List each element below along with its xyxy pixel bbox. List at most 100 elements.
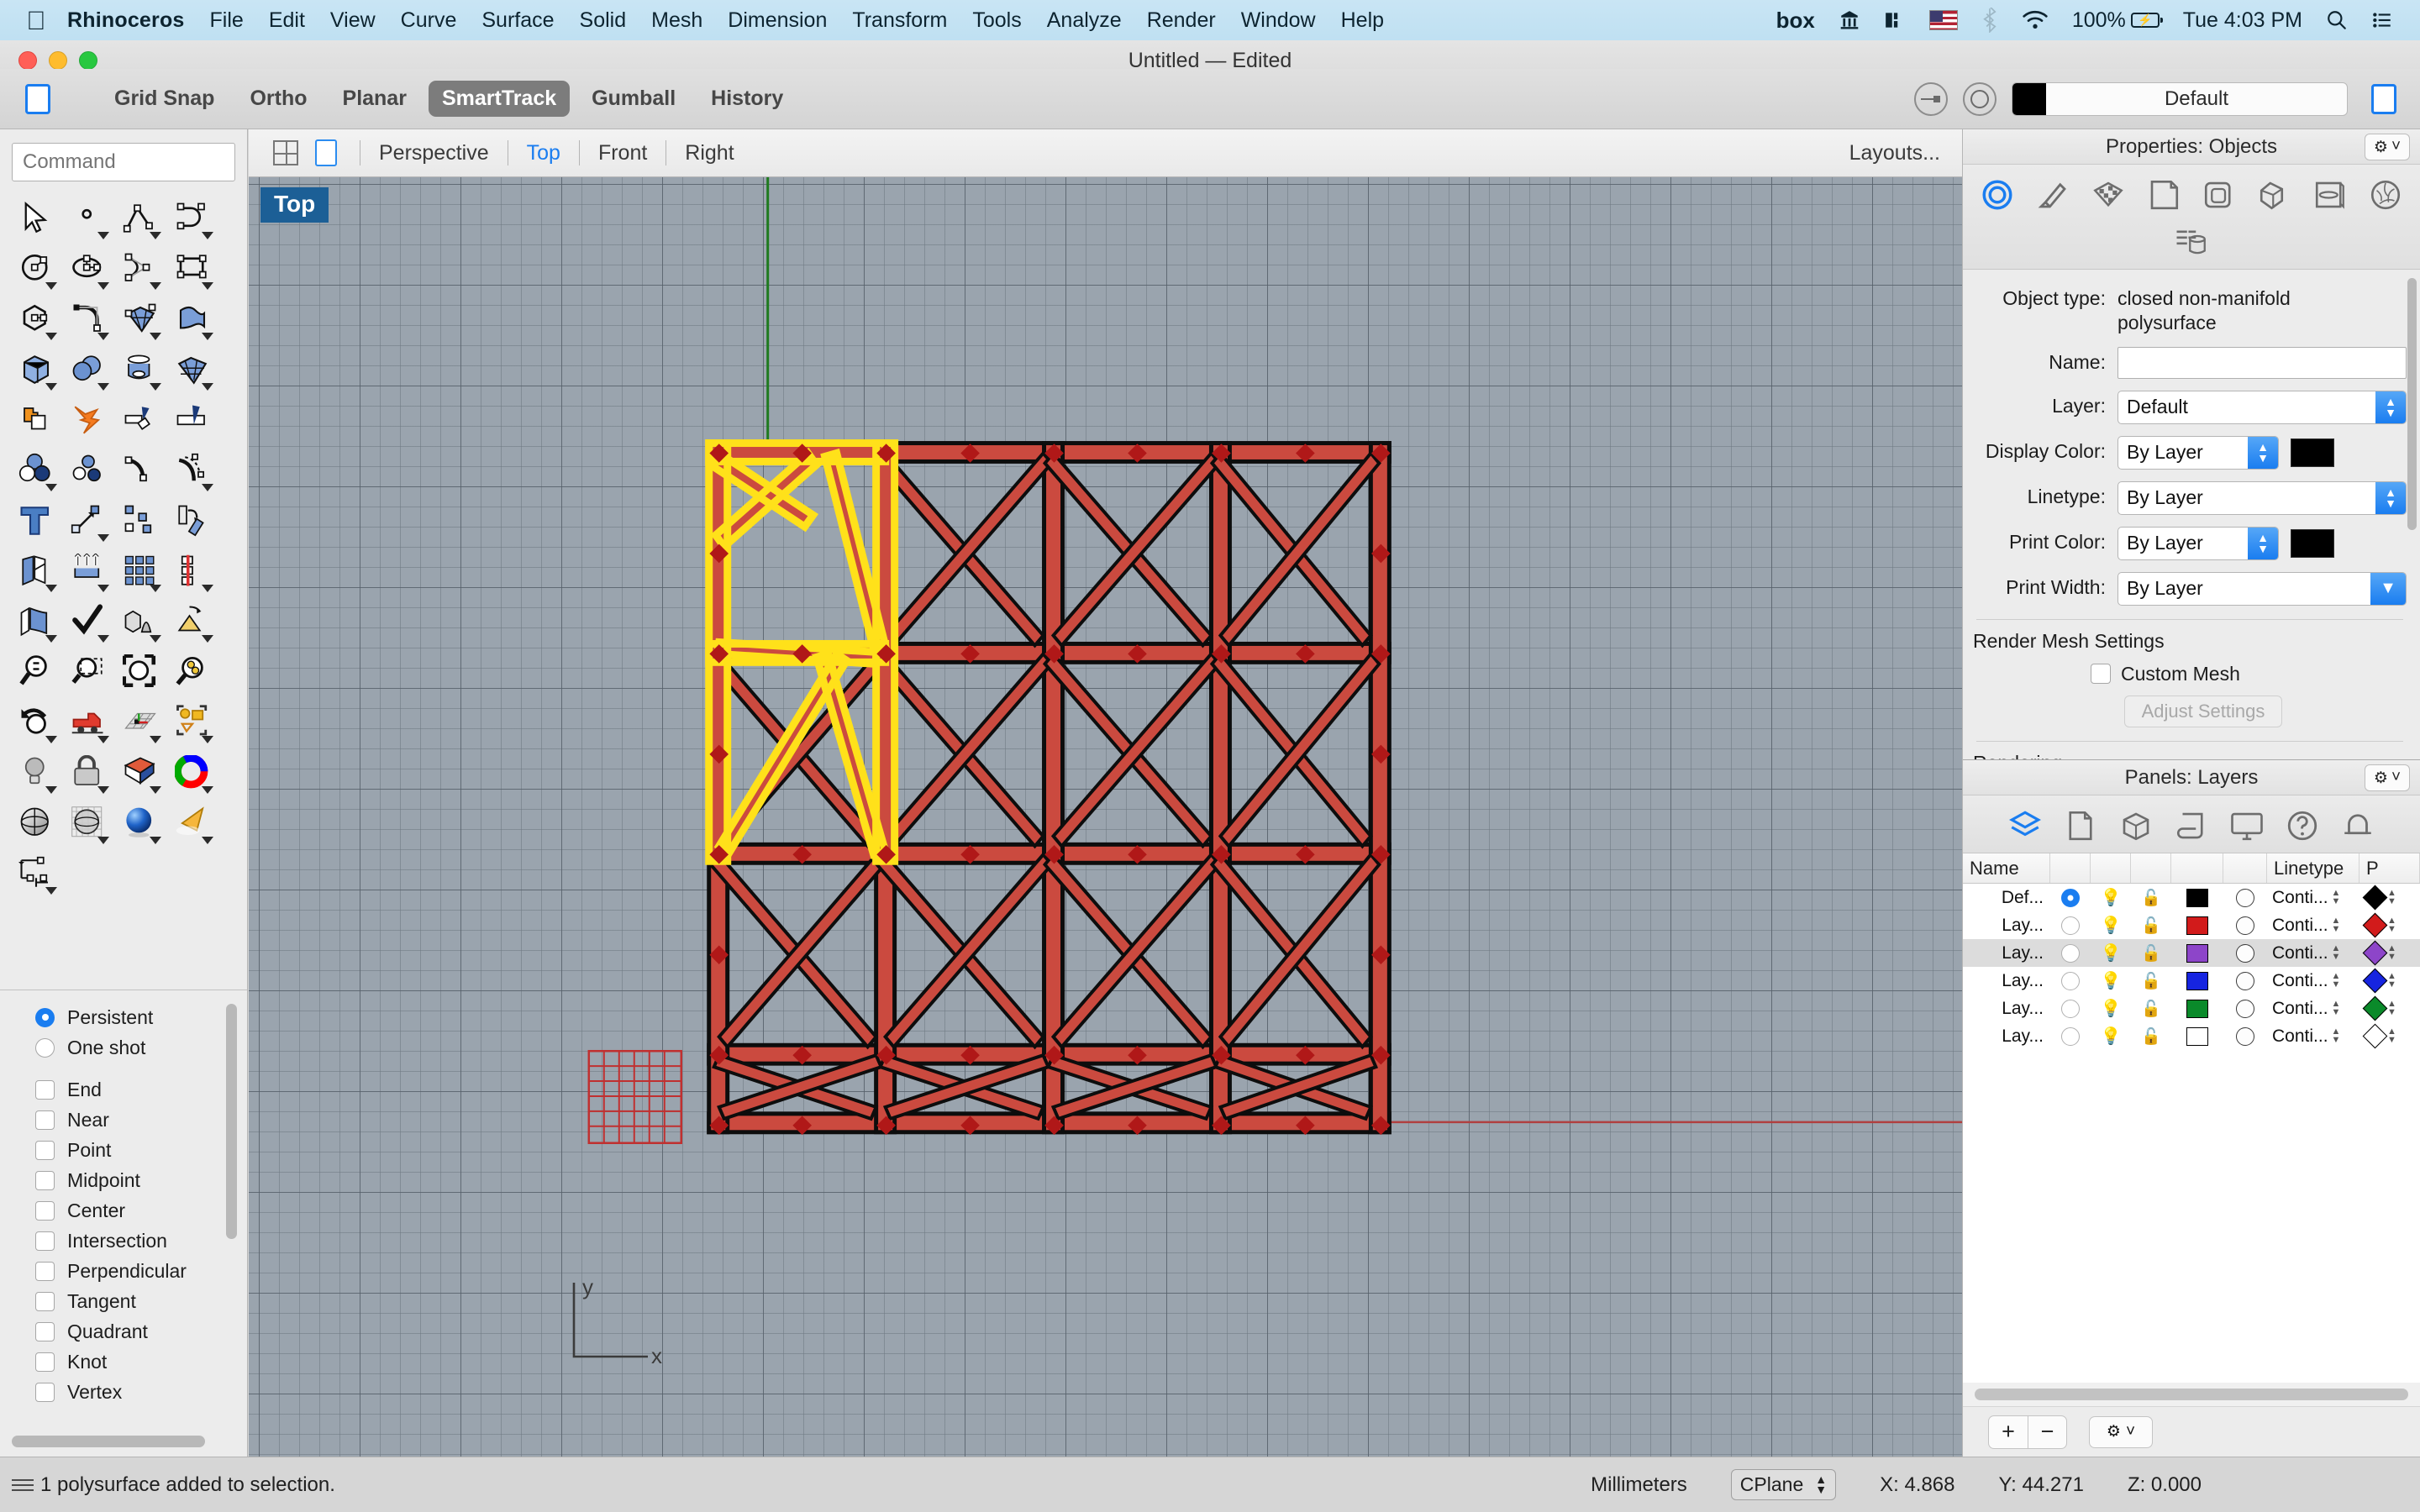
array-icon[interactable]: [114, 546, 166, 596]
osnap-point[interactable]: Point: [0, 1135, 247, 1165]
layer-name[interactable]: Lay...: [1963, 995, 2050, 1022]
osnap-vertical-scrollbar[interactable]: [226, 1004, 237, 1415]
checkbox-near[interactable]: [35, 1110, 55, 1130]
stepper-icon[interactable]: ▲▼: [2332, 890, 2341, 906]
menu-edit[interactable]: Edit: [269, 8, 305, 33]
print-color-select[interactable]: By Layer ▲▼: [2118, 527, 2279, 560]
print-color-diamond[interactable]: [2363, 969, 2388, 994]
current-layer-radio[interactable]: [2061, 972, 2080, 990]
stepper-icon[interactable]: ▲▼: [2248, 437, 2278, 469]
osnap-center[interactable]: Center: [0, 1195, 247, 1226]
material-circle-icon[interactable]: [2236, 1027, 2254, 1046]
add-layer-button[interactable]: +: [1989, 1416, 2028, 1448]
print-color-diamond[interactable]: [2363, 885, 2388, 911]
mirror-icon[interactable]: [10, 546, 62, 596]
checkbox-quadrant[interactable]: [35, 1322, 55, 1341]
checkbox-knot[interactable]: [35, 1352, 55, 1372]
linetype-select[interactable]: By Layer ▲▼: [2118, 481, 2407, 515]
layer-select[interactable]: Default ▲▼: [2118, 391, 2407, 424]
column-print-color[interactable]: P: [2360, 853, 2420, 883]
section-icon[interactable]: [2307, 173, 2354, 217]
linetype-value[interactable]: Conti...: [2272, 971, 2328, 991]
zoom-selected-icon[interactable]: [166, 647, 218, 697]
osnap-intersection[interactable]: Intersection: [0, 1226, 247, 1256]
light-bulb-icon[interactable]: 💡: [2101, 915, 2122, 936]
color-wheel-icon[interactable]: [166, 748, 218, 798]
menu-view[interactable]: View: [330, 8, 376, 33]
column-color[interactable]: [2171, 853, 2223, 883]
display-icon[interactable]: [2140, 173, 2187, 217]
lock-icon[interactable]: [62, 748, 114, 798]
linetype-value[interactable]: Conti...: [2272, 916, 2328, 936]
menu-render[interactable]: Render: [1147, 8, 1216, 33]
stepper-icon[interactable]: ▲▼: [2387, 973, 2396, 989]
toggle-history[interactable]: History: [697, 81, 797, 117]
tab-right[interactable]: Right: [680, 141, 739, 165]
top-viewport[interactable]: .beam { stroke:#0d0d0d; stroke-width:5; …: [249, 177, 1962, 1457]
battery-indicator[interactable]: 100% ⚡: [2072, 8, 2160, 33]
toggle-ortho[interactable]: Ortho: [236, 81, 320, 117]
osnap-knot[interactable]: Knot: [0, 1347, 247, 1377]
check-icon[interactable]: [62, 596, 114, 647]
menu-clock[interactable]: Tue 4:03 PM: [2183, 8, 2302, 33]
toggle-planar[interactable]: Planar: [329, 81, 420, 117]
stepper-icon[interactable]: ▲▼: [2387, 1000, 2396, 1016]
osnap-midpoint[interactable]: Midpoint: [0, 1165, 247, 1195]
checkbox-tangent[interactable]: [35, 1292, 55, 1311]
table-row[interactable]: Lay... 💡 🔓 Conti...▲▼ ▲▼: [1963, 967, 2420, 995]
surface-patch-icon[interactable]: [114, 294, 166, 344]
ellipse-icon[interactable]: [62, 244, 114, 294]
dimension-icon[interactable]: [10, 848, 62, 899]
layer-color-swatch[interactable]: [2186, 916, 2208, 935]
object-properties-icon[interactable]: [1974, 173, 2021, 217]
column-material[interactable]: [2223, 853, 2267, 883]
custom-mesh-checkbox[interactable]: [2091, 664, 2111, 684]
layer-color-swatch[interactable]: [2186, 944, 2208, 963]
polyline-icon[interactable]: [114, 193, 166, 244]
extrude-icon[interactable]: [62, 546, 114, 596]
layers-options-gear-dropdown[interactable]: ⚙˅: [2089, 1416, 2153, 1448]
split-view-icon[interactable]: [1884, 9, 1906, 31]
menu-analyze[interactable]: Analyze: [1047, 8, 1122, 33]
flow-surface-icon[interactable]: [10, 596, 62, 647]
zoom-previous-icon[interactable]: [10, 697, 62, 748]
osnap-vertex[interactable]: Vertex: [0, 1377, 247, 1407]
menu-file[interactable]: File: [210, 8, 244, 33]
layer-color-swatch[interactable]: [2186, 1000, 2208, 1018]
print-color-diamond[interactable]: [2363, 913, 2388, 938]
material-circle-icon[interactable]: [2236, 889, 2254, 907]
print-color-diamond[interactable]: [2363, 996, 2388, 1021]
scrollbar-thumb[interactable]: [1975, 1389, 2408, 1400]
stepper-icon[interactable]: ▲▼: [2387, 1028, 2396, 1044]
column-linetype[interactable]: Linetype: [2267, 853, 2360, 883]
table-row[interactable]: Lay... 💡 🔓 Conti...▲▼ ▲▼: [1963, 995, 2420, 1022]
layouts-button[interactable]: Layouts...: [1849, 141, 1962, 165]
notifications-icon[interactable]: [2334, 804, 2381, 848]
layer-color-swatch[interactable]: [2186, 1027, 2208, 1046]
shade-icon[interactable]: [114, 596, 166, 647]
layers-horizontal-scrollbar[interactable]: [1963, 1383, 2420, 1406]
texture-mapping-icon[interactable]: [2085, 173, 2132, 217]
menu-mesh[interactable]: Mesh: [651, 8, 702, 33]
curve-icon[interactable]: [114, 244, 166, 294]
unlock-icon[interactable]: 🔓: [2141, 999, 2161, 1019]
linetype-value[interactable]: Conti...: [2272, 888, 2328, 908]
light-bulb-icon[interactable]: 💡: [2101, 998, 2122, 1019]
table-row[interactable]: Lay... 💡 🔓 Conti...▲▼ ▲▼: [1963, 1022, 2420, 1050]
stepper-icon[interactable]: ▲▼: [2248, 528, 2278, 559]
rotate-icon[interactable]: [166, 496, 218, 546]
arc-icon[interactable]: [166, 193, 218, 244]
stepper-icon[interactable]: ▲▼: [2375, 391, 2406, 423]
array-gap-icon[interactable]: [166, 546, 218, 596]
stepper-icon[interactable]: ▲▼: [2332, 1000, 2341, 1016]
checkbox-intersection[interactable]: [35, 1231, 55, 1251]
four-view-icon[interactable]: [266, 133, 306, 173]
current-layer-selector[interactable]: Default: [2012, 82, 2348, 116]
attributes-icon[interactable]: [2168, 220, 2215, 264]
unlock-icon[interactable]: 🔓: [2141, 916, 2161, 936]
stepper-icon[interactable]: ▲▼: [2332, 1028, 2341, 1044]
menu-surface[interactable]: Surface: [481, 8, 554, 33]
layer-name[interactable]: Lay...: [1963, 1022, 2050, 1050]
single-view-icon[interactable]: [306, 133, 346, 173]
osnap-near[interactable]: Near: [0, 1105, 247, 1135]
